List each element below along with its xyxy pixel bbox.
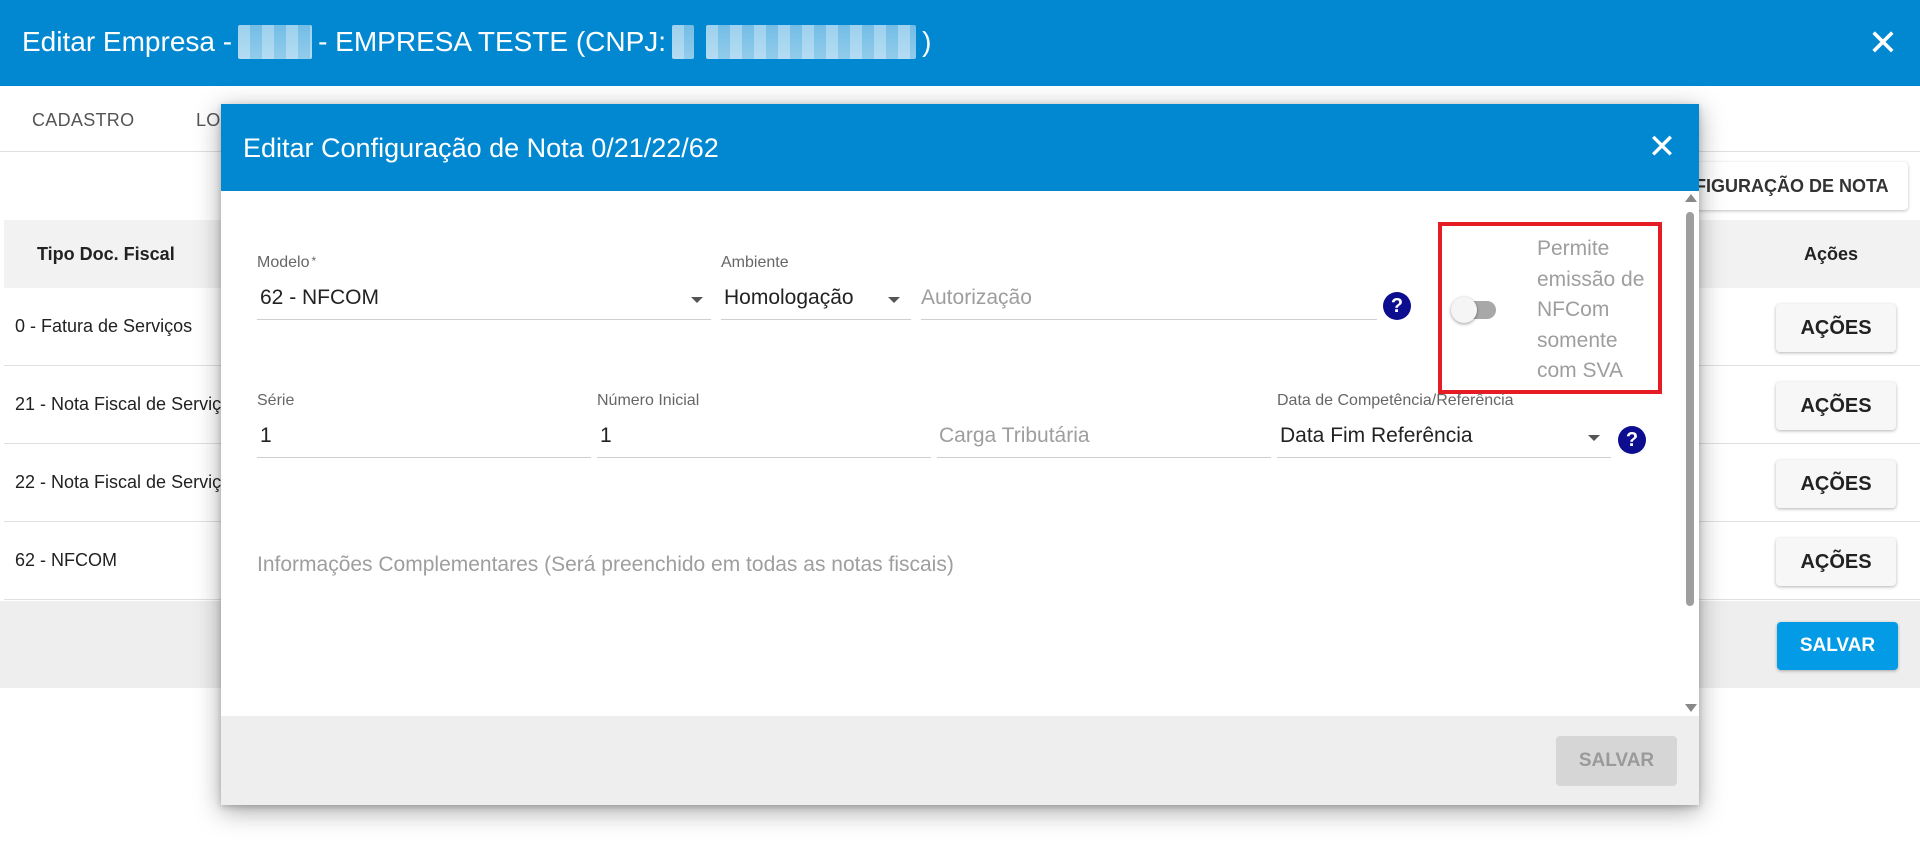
required-mark: * bbox=[311, 254, 317, 268]
autorizacao-input[interactable]: Autorização bbox=[921, 286, 1032, 310]
modal-footer: SALVAR bbox=[221, 716, 1699, 805]
numero-inicial-input[interactable]: 1 bbox=[600, 424, 612, 448]
save-button[interactable]: SALVAR bbox=[1777, 622, 1898, 670]
acoes-button[interactable]: AÇÕES bbox=[1776, 304, 1896, 352]
table-cell-tipo: 21 - Nota Fiscal de Serviço bbox=[15, 394, 232, 414]
data-competencia-underline bbox=[1277, 457, 1611, 458]
scroll-thumb[interactable] bbox=[1686, 212, 1694, 606]
chevron-down-icon[interactable] bbox=[1588, 435, 1600, 441]
add-config-button[interactable]: NFIGURAÇÃO DE NOTA bbox=[1680, 162, 1908, 210]
help-icon[interactable]: ? bbox=[1383, 292, 1411, 320]
modelo-underline bbox=[257, 319, 711, 320]
page-title-middle: - EMPRESA TESTE (CNPJ: bbox=[318, 26, 667, 57]
numero-inicial-label: Número Inicial bbox=[597, 392, 700, 409]
table-cell-tipo: 22 - Nota Fiscal de Serviço bbox=[15, 472, 232, 492]
redacted-cnpj-part bbox=[672, 25, 695, 59]
redacted-cnpj bbox=[706, 25, 917, 59]
acoes-button[interactable]: AÇÕES bbox=[1776, 460, 1896, 508]
serie-input[interactable]: 1 bbox=[260, 424, 272, 448]
redacted-company-code bbox=[238, 25, 313, 59]
numero-inicial-underline bbox=[597, 457, 931, 458]
help-icon[interactable]: ? bbox=[1618, 426, 1646, 454]
data-competencia-label: Data de Competência/Referência bbox=[1277, 392, 1514, 409]
modal-scrollbar[interactable] bbox=[1683, 194, 1697, 712]
edit-config-modal: Editar Configuração de Nota 0/21/22/62 ✕… bbox=[221, 104, 1699, 805]
data-competencia-select[interactable]: Data Fim Referência bbox=[1280, 424, 1473, 448]
scroll-down-arrow-icon[interactable] bbox=[1685, 704, 1697, 712]
modelo-label: Modelo * bbox=[257, 254, 316, 272]
acoes-button[interactable]: AÇÕES bbox=[1776, 382, 1896, 430]
sva-toggle-label: Permite emissão de NFCom somente com SVA bbox=[1537, 237, 1645, 382]
serie-underline bbox=[257, 457, 591, 458]
serie-label: Série bbox=[257, 392, 295, 409]
modal-header: Editar Configuração de Nota 0/21/22/62 ✕ bbox=[221, 104, 1699, 191]
table-cell-tipo: 62 - NFCOM bbox=[15, 550, 118, 570]
tab-cadastro[interactable]: CADASTRO bbox=[32, 110, 134, 131]
column-header-tipo: Tipo Doc. Fiscal bbox=[37, 244, 175, 264]
ambiente-underline bbox=[721, 319, 911, 320]
carga-tributaria-input[interactable]: Carga Tributária bbox=[939, 424, 1090, 448]
modal-save-button[interactable]: SALVAR bbox=[1556, 736, 1677, 786]
autorizacao-underline bbox=[921, 319, 1377, 320]
table-cell-tipo: 0 - Fatura de Serviços bbox=[15, 316, 193, 336]
close-icon[interactable]: ✕ bbox=[1866, 25, 1900, 61]
ambiente-select[interactable]: Homologação bbox=[724, 286, 854, 310]
close-icon[interactable]: ✕ bbox=[1645, 130, 1679, 164]
carga-tributaria-underline bbox=[937, 457, 1271, 458]
chevron-down-icon[interactable] bbox=[888, 297, 900, 303]
acoes-button[interactable]: AÇÕES bbox=[1776, 538, 1896, 586]
chevron-down-icon[interactable] bbox=[691, 297, 703, 303]
page-header: Editar Empresa - - EMPRESA TESTE (CNPJ: … bbox=[0, 0, 1920, 86]
modelo-label-text: Modelo bbox=[257, 254, 310, 271]
sva-toggle[interactable] bbox=[1451, 297, 1477, 323]
column-header-acoes: Ações bbox=[1804, 244, 1859, 264]
informacoes-textarea[interactable]: Informações Complementares (Será preench… bbox=[257, 553, 954, 577]
page-title: Editar Empresa - - EMPRESA TESTE (CNPJ: … bbox=[22, 24, 931, 60]
modal-title: Editar Configuração de Nota 0/21/22/62 bbox=[243, 133, 719, 163]
modelo-select[interactable]: 62 - NFCOM bbox=[260, 286, 379, 310]
ambiente-label: Ambiente bbox=[721, 254, 789, 271]
page-title-suffix: ) bbox=[922, 26, 932, 57]
scroll-up-arrow-icon[interactable] bbox=[1685, 194, 1697, 202]
tab-lo[interactable]: LO bbox=[196, 110, 221, 131]
page-title-prefix: Editar Empresa - bbox=[22, 26, 233, 57]
